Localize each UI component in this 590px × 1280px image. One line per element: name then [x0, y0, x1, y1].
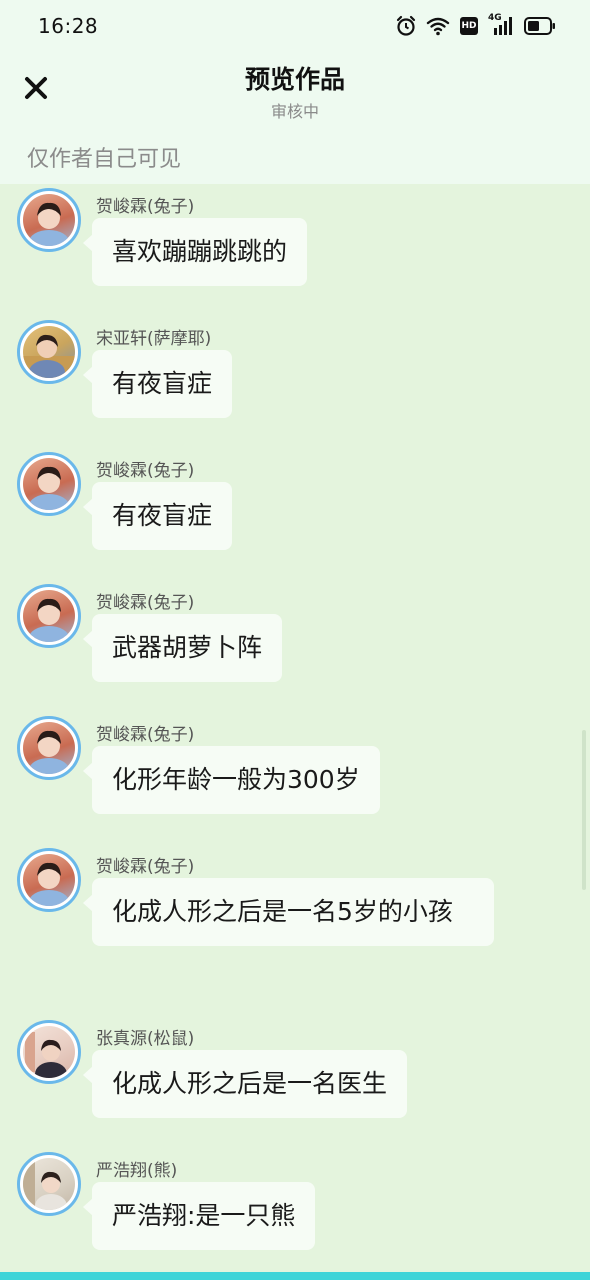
top-bar: 16:28 HD 4G 预览作品 审核中 仅作者自己可见 [0, 0, 590, 184]
hd-icon: HD [460, 17, 478, 35]
sender-name: 贺峻霖(兔子) [96, 593, 195, 613]
sender-name: 严浩翔(熊) [96, 1161, 178, 1181]
sender-name: 宋亚轩(萨摩耶) [96, 329, 212, 349]
sender-name: 贺峻霖(兔子) [96, 461, 195, 481]
sender-name: 张真源(松鼠) [96, 1029, 195, 1049]
message-bubble: 化形年龄一般为300岁 [83, 746, 380, 814]
sender-name: 贺峻霖(兔子) [96, 725, 195, 745]
avatar[interactable] [17, 716, 81, 780]
status-icons: HD 4G [396, 13, 556, 38]
alarm-icon [396, 15, 416, 37]
bottom-bar [0, 1272, 590, 1280]
avatar[interactable] [17, 1020, 81, 1084]
4g-signal-icon: 4G [488, 13, 514, 37]
sender-name: 贺峻霖(兔子) [96, 197, 195, 217]
battery-icon [524, 17, 556, 35]
status-time: 16:28 [38, 14, 99, 38]
avatar[interactable] [17, 1152, 81, 1216]
message-bubble: 喜欢蹦蹦跳跳的 [82, 218, 308, 286]
message-bubble: 有夜盲症 [82, 482, 233, 550]
status-bar: 16:28 HD 4G [0, 0, 590, 52]
scrollbar[interactable] [582, 730, 586, 890]
message-bubble: 有夜盲症 [82, 350, 233, 418]
avatar[interactable] [17, 452, 81, 516]
avatar[interactable] [17, 848, 81, 912]
message-bubble: 化成人形之后是一名医生 [82, 1050, 408, 1118]
avatar[interactable] [17, 188, 81, 252]
sender-name: 贺峻霖(兔子) [96, 857, 195, 877]
message-bubble: 武器胡萝卜阵 [82, 614, 283, 682]
avatar[interactable] [17, 584, 81, 648]
message-list[interactable]: 贺峻霖(兔子) 喜欢蹦蹦跳跳的 宋亚轩(萨摩耶) 有夜盲症 贺峻霖(兔子) 有夜… [0, 184, 590, 1272]
message-bubble: 严浩翔:是一只熊 [82, 1182, 316, 1250]
visibility-note: 仅作者自己可见 [27, 147, 182, 172]
review-status: 审核中 [270, 102, 319, 121]
message-bubble: 化成人形之后是一名5岁的小孩 [83, 878, 494, 946]
wifi-icon [426, 16, 450, 36]
avatar[interactable] [17, 320, 81, 384]
page-title: 预览作品 [244, 65, 345, 94]
